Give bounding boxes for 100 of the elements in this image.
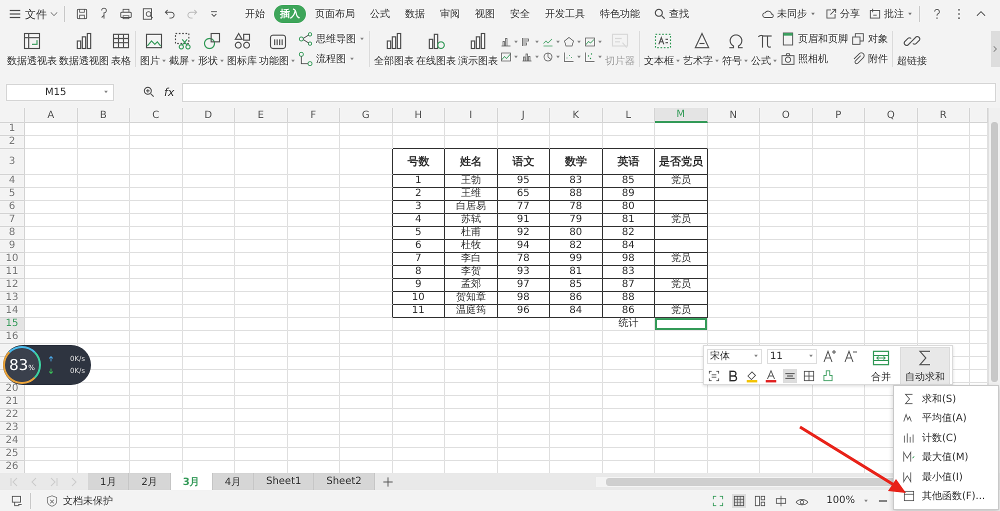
ribbon-button[interactable]: 形状 — [197, 30, 226, 68]
ribbon-button[interactable]: 超链接 — [896, 30, 928, 68]
eraser-icon[interactable] — [821, 369, 835, 383]
function-label[interactable]: fx — [164, 86, 174, 98]
file-menu[interactable]: 文件 — [8, 6, 58, 22]
chart-type-button[interactable] — [563, 36, 582, 48]
normal-view-icon[interactable] — [732, 494, 746, 508]
column-header[interactable]: D — [182, 108, 235, 123]
row-header[interactable]: 22 — [0, 409, 25, 422]
chart-type-button[interactable] — [521, 36, 540, 48]
row-header[interactable]: 16 — [0, 331, 25, 344]
ribbon-button[interactable]: 表格 — [110, 30, 132, 68]
row-header[interactable]: 13 — [0, 292, 25, 305]
sheet-tab[interactable]: 4月 — [212, 473, 254, 490]
column-header[interactable]: J — [498, 108, 550, 123]
reading-layout-icon[interactable] — [774, 494, 788, 508]
row-header[interactable]: 9 — [0, 240, 25, 253]
row-header[interactable]: 14 — [0, 305, 25, 318]
comment-button[interactable]: 批注 — [868, 7, 913, 21]
row-header[interactable]: 3 — [0, 149, 25, 175]
column-header[interactable]: O — [760, 108, 812, 123]
ribbon-button[interactable]: 艺术字 — [682, 30, 721, 68]
menu-item[interactable]: 计数(C) — [894, 428, 998, 448]
page-break-view-icon[interactable] — [753, 494, 768, 508]
ribbon-tab[interactable]: 视图 — [469, 5, 501, 23]
ribbon-button[interactable]: 数据透视表 — [6, 30, 58, 68]
ribbon-button[interactable]: 流程图 — [298, 51, 365, 67]
ribbon-button[interactable]: 附件 — [850, 51, 888, 67]
menu-item[interactable]: 最小值(I) — [894, 467, 998, 486]
print-icon[interactable] — [119, 7, 133, 21]
menu-item[interactable]: 求和(S) — [894, 389, 998, 408]
ribbon-button[interactable]: 全部图表 — [373, 30, 415, 68]
column-header[interactable]: F — [288, 108, 340, 123]
ribbon-button[interactable]: 截屏 — [168, 30, 197, 68]
row-header[interactable]: 8 — [0, 227, 25, 240]
row-header[interactable]: 4 — [0, 175, 25, 188]
ribbon-button[interactable]: 图片 — [139, 30, 168, 68]
ribbon-button[interactable]: 对象 — [850, 31, 888, 47]
decrease-font-icon[interactable] — [843, 348, 859, 364]
ribbon-tab[interactable]: 审阅 — [434, 5, 466, 23]
row-header[interactable]: 21 — [0, 396, 25, 409]
column-header[interactable]: R — [918, 108, 970, 123]
menu-item[interactable]: 平均值(A) — [894, 408, 998, 428]
column-header[interactable]: K — [550, 108, 602, 123]
font-dropdown[interactable]: 宋体 — [707, 348, 762, 364]
font-size-dropdown[interactable]: 11 — [767, 348, 817, 364]
zoom-icon[interactable] — [142, 85, 156, 99]
chart-type-button[interactable] — [500, 50, 519, 62]
ribbon-button[interactable]: 公式 — [750, 30, 779, 68]
chart-type-button[interactable] — [563, 50, 582, 62]
fullscreen-icon[interactable] — [711, 494, 726, 508]
column-header[interactable]: H — [392, 108, 445, 123]
ribbon-button[interactable]: 页眉和页脚 — [780, 31, 848, 47]
ribbon-tab[interactable]: 开始 — [239, 5, 271, 23]
undo-icon[interactable] — [163, 7, 177, 21]
ribbon-button[interactable]: 数据透视图 — [58, 30, 110, 68]
borders-icon[interactable] — [802, 369, 816, 383]
ribbon-button[interactable]: 功能图 — [258, 30, 297, 68]
column-header[interactable]: L — [602, 108, 655, 123]
ribbon-button[interactable]: 思维导图 — [298, 31, 365, 47]
chart-type-button[interactable] — [584, 36, 603, 48]
row-header[interactable]: 26 — [0, 461, 25, 473]
add-sheet-icon[interactable] — [380, 474, 395, 488]
column-header[interactable]: P — [812, 108, 865, 123]
chart-type-button[interactable] — [521, 50, 540, 62]
ribbon-tab[interactable]: 页面布局 — [309, 5, 361, 23]
ribbon-button[interactable]: 照相机 — [780, 51, 848, 67]
font-color-icon[interactable] — [764, 369, 778, 383]
search-button[interactable]: 查找 — [653, 7, 689, 21]
ribbon-button[interactable]: 文本框 — [643, 30, 682, 68]
sheet-tab[interactable]: Sheet2 — [314, 473, 375, 490]
ribbon-tab[interactable]: 特色功能 — [594, 5, 646, 23]
column-header[interactable]: C — [130, 108, 182, 123]
row-header[interactable]: 11 — [0, 266, 25, 279]
sync-button[interactable]: 未同步 — [761, 7, 816, 21]
column-header[interactable]: N — [708, 108, 760, 123]
row-header[interactable]: 23 — [0, 422, 25, 435]
row-header[interactable]: 10 — [0, 253, 25, 266]
row-header[interactable]: 20 — [0, 383, 25, 396]
ribbon-button[interactable]: 符号 — [721, 30, 750, 68]
share-button[interactable]: 分享 — [824, 7, 860, 21]
sheet-tab[interactable]: 1月 — [88, 473, 130, 490]
row-header[interactable]: 6 — [0, 201, 25, 214]
column-header[interactable]: G — [340, 108, 392, 123]
row-header[interactable]: 7 — [0, 214, 25, 227]
align-center-icon[interactable] — [783, 369, 797, 383]
increase-font-icon[interactable] — [822, 348, 838, 364]
chart-type-button[interactable] — [542, 50, 561, 62]
formula-input[interactable] — [182, 82, 996, 102]
column-header[interactable]: B — [78, 108, 130, 123]
chart-type-button[interactable] — [584, 50, 603, 62]
selected-cell[interactable] — [655, 318, 708, 331]
autosum-button[interactable]: 自动求和 — [900, 347, 950, 385]
row-header[interactable]: 1 — [0, 123, 25, 136]
row-header[interactable]: 24 — [0, 435, 25, 448]
menu-item[interactable]: 其他函数(F)... — [894, 486, 998, 506]
chart-type-button[interactable] — [500, 36, 519, 48]
row-header[interactable]: 5 — [0, 188, 25, 201]
print-preview-icon[interactable] — [141, 7, 155, 21]
ribbon-button[interactable]: 图标库 — [226, 30, 258, 68]
